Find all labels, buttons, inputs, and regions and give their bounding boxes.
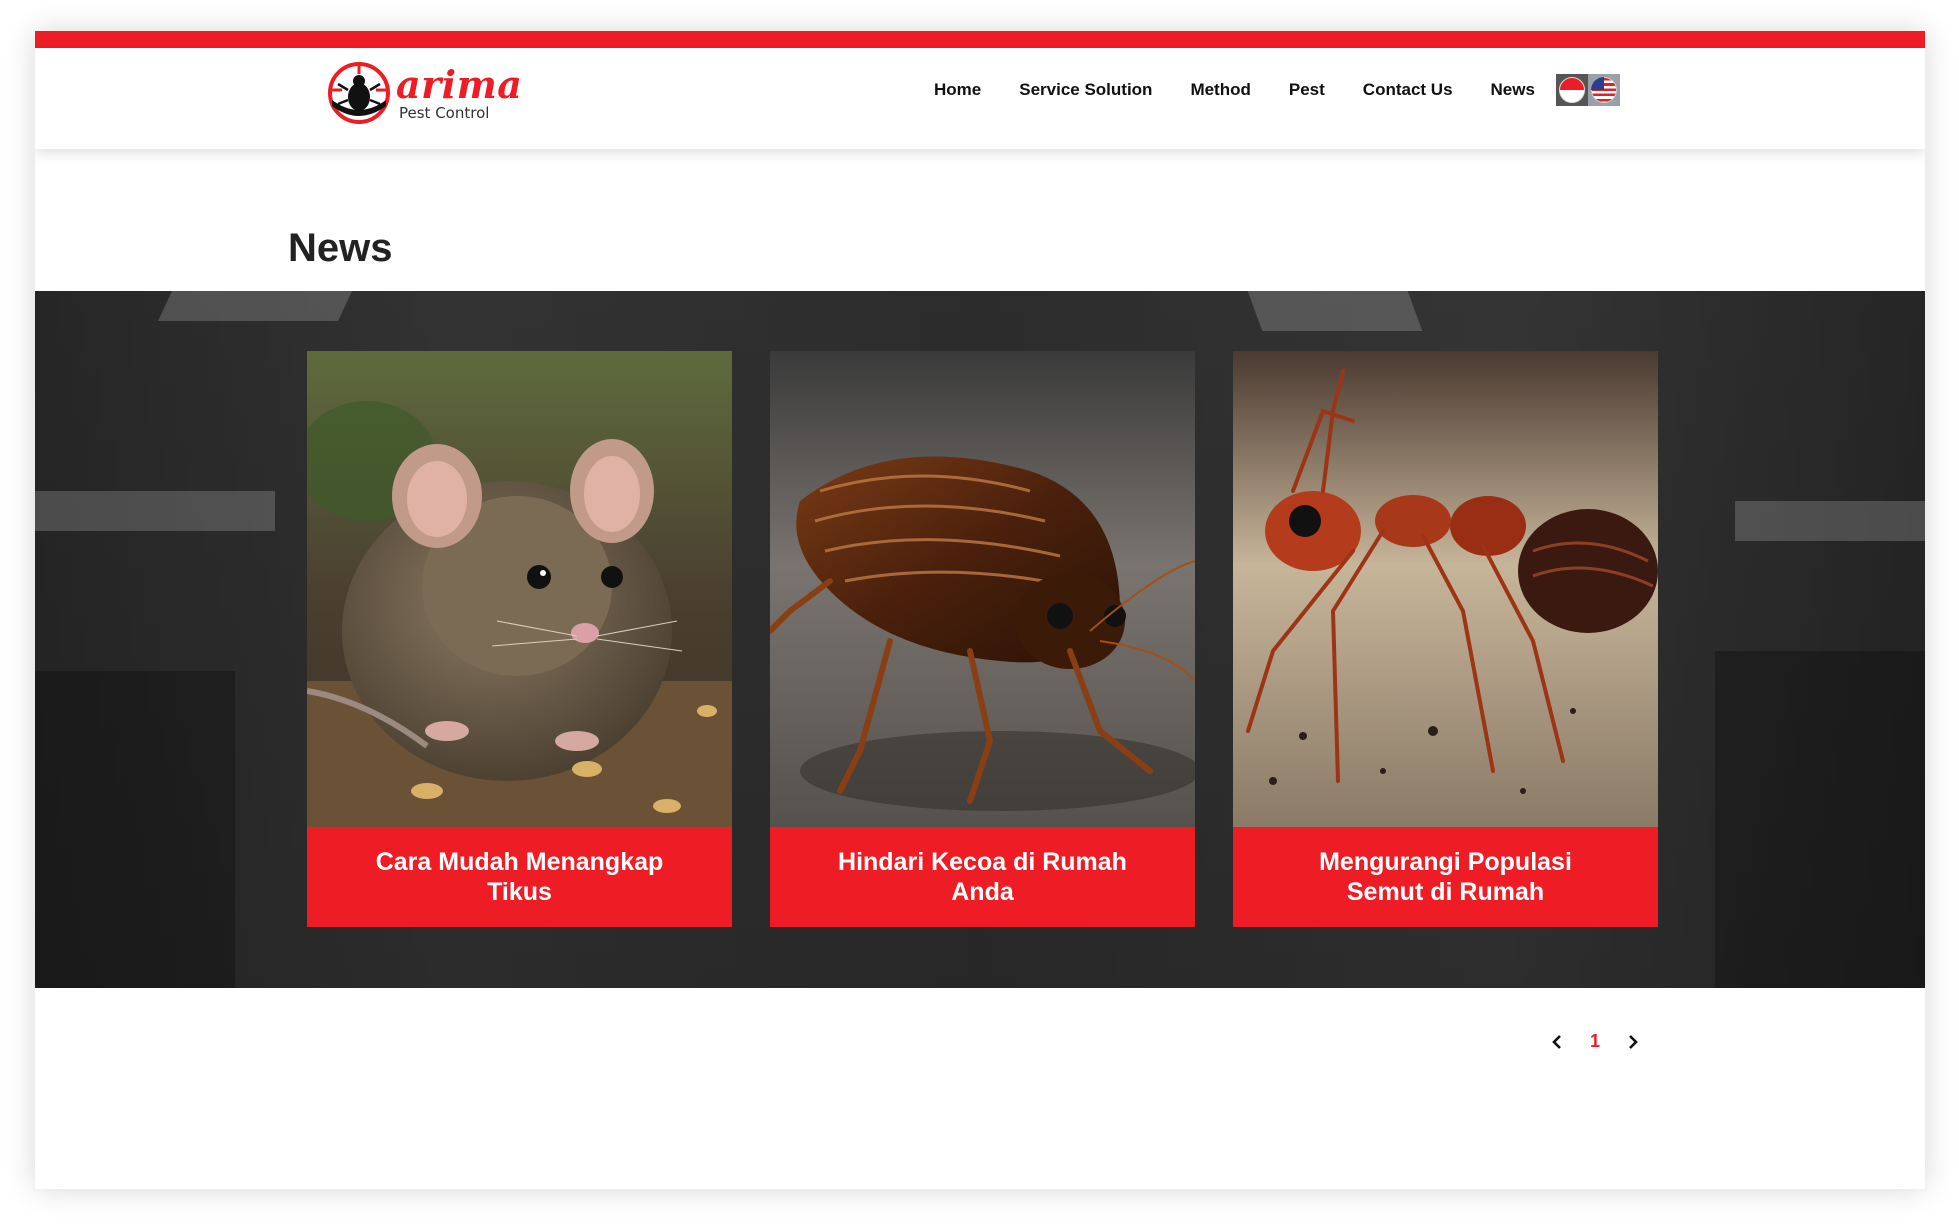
- nav-service-solution[interactable]: Service Solution: [1019, 80, 1152, 100]
- page-title: News: [288, 226, 393, 270]
- pagination-current-page[interactable]: 1: [1590, 1031, 1600, 1052]
- news-card[interactable]: Hindari Kecoa di Rumah Anda: [770, 351, 1195, 927]
- news-section: Cara Mudah Menangkap Tikus Hindari Kecoa…: [35, 291, 1925, 988]
- background-ceiling-light: [1735, 501, 1925, 541]
- indonesia-flag-icon[interactable]: [1555, 74, 1588, 106]
- site-header: arima Pest Control Home Service Solution…: [35, 48, 1925, 149]
- nav-news[interactable]: News: [1491, 80, 1535, 100]
- cockroach-photo: [770, 351, 1195, 827]
- language-switcher: [1555, 74, 1620, 106]
- background-ceiling-light: [1247, 291, 1423, 331]
- top-accent-strip: [35, 31, 1925, 48]
- ant-photo: [1233, 351, 1658, 827]
- background-ceiling-light: [35, 491, 275, 531]
- main-nav: Home Service Solution Method Pest Contac…: [915, 48, 1620, 132]
- news-card[interactable]: Mengurangi Populasi Semut di Rumah: [1233, 351, 1658, 927]
- nav-pest[interactable]: Pest: [1289, 80, 1325, 100]
- rat-photo: [307, 351, 732, 827]
- background-ceiling-light: [158, 291, 352, 321]
- news-card-title[interactable]: Mengurangi Populasi Semut di Rumah: [1233, 827, 1658, 927]
- nav-contact-us[interactable]: Contact Us: [1363, 80, 1453, 100]
- pagination: 1: [1550, 1031, 1640, 1052]
- nav-home[interactable]: Home: [934, 80, 981, 100]
- usa-flag-icon[interactable]: [1587, 74, 1620, 106]
- logo-text: arima Pest Control: [396, 61, 523, 122]
- chevron-left-icon[interactable]: [1550, 1033, 1564, 1051]
- news-card-title[interactable]: Hindari Kecoa di Rumah Anda: [770, 827, 1195, 927]
- site-logo[interactable]: arima Pest Control: [326, 58, 522, 128]
- nav-method[interactable]: Method: [1190, 80, 1250, 100]
- logo-wordmark: arima: [396, 61, 523, 107]
- news-card[interactable]: Cara Mudah Menangkap Tikus: [307, 351, 732, 927]
- news-card-title[interactable]: Cara Mudah Menangkap Tikus: [307, 827, 732, 927]
- browser-page: arima Pest Control Home Service Solution…: [35, 31, 1925, 1189]
- background-wall: [35, 671, 235, 988]
- beetle-crosshair-icon: [328, 62, 390, 124]
- background-window: [1715, 651, 1925, 988]
- chevron-right-icon[interactable]: [1626, 1033, 1640, 1051]
- logo-tagline: Pest Control: [399, 103, 490, 122]
- news-card-list: Cara Mudah Menangkap Tikus Hindari Kecoa…: [307, 351, 1658, 927]
